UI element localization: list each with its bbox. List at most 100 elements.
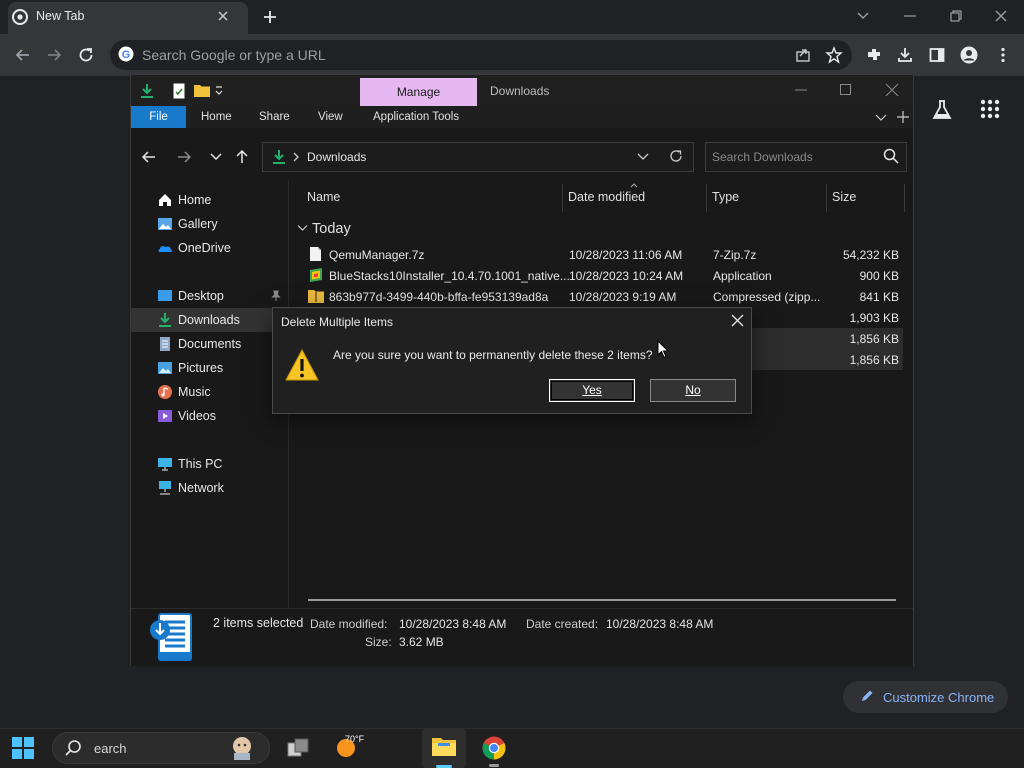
ribbon-tab-home[interactable]: Home <box>201 111 232 123</box>
table-row[interactable]: BlueStacks10Installer_10.4.70.1001_nativ… <box>299 265 903 286</box>
search-input[interactable]: Search Downloads <box>712 150 813 164</box>
nav-item-pictures[interactable]: Pictures <box>131 356 288 380</box>
reload-icon[interactable] <box>77 46 95 64</box>
google-icon: G <box>118 46 134 62</box>
dialog-title: Delete Multiple Items <box>281 315 394 329</box>
address-dropdown-icon[interactable] <box>637 151 649 163</box>
nav-item-music[interactable]: Music <box>131 380 288 404</box>
ribbon-tab-application-tools[interactable]: Application Tools <box>373 111 459 123</box>
explorer-minimize-icon[interactable] <box>794 83 808 97</box>
downloads-icon[interactable] <box>896 46 914 64</box>
breadcrumb[interactable]: Downloads <box>307 150 366 164</box>
refresh-icon[interactable] <box>668 148 684 164</box>
nav-item-gallery[interactable]: Gallery <box>131 212 288 236</box>
forward-icon[interactable] <box>45 46 63 64</box>
tab-close-icon[interactable] <box>216 9 230 23</box>
group-collapse-icon[interactable] <box>297 224 308 232</box>
tab-title: New Tab <box>36 9 85 23</box>
column-header-name[interactable]: Name <box>307 190 340 204</box>
task-view-icon[interactable] <box>287 737 309 759</box>
search-icon[interactable] <box>883 148 899 164</box>
column-header-date[interactable]: Date modified <box>568 190 645 204</box>
taskbar-search-text: earch <box>94 741 127 756</box>
nav-item-label: Gallery <box>178 217 218 231</box>
nav-back-icon[interactable] <box>141 149 157 165</box>
group-header-today[interactable]: Today <box>312 221 351 237</box>
ribbon-add-icon[interactable] <box>897 111 909 123</box>
customize-qat-icon[interactable] <box>214 83 224 97</box>
omnibox-placeholder: Search Google or type a URL <box>142 47 326 63</box>
close-window-icon[interactable] <box>993 8 1009 24</box>
file-size: 1,903 KB <box>849 311 899 325</box>
tab-search-icon[interactable] <box>856 8 870 22</box>
nav-forward-icon[interactable] <box>176 149 192 165</box>
new-tab-button[interactable] <box>262 9 278 25</box>
ribbon-expand-icon[interactable] <box>875 111 887 123</box>
file-type: 7-Zip.7z <box>713 248 757 262</box>
quick-access-download-icon[interactable] <box>140 83 154 99</box>
apps-grid-icon[interactable] <box>979 98 1001 120</box>
dialog-close-icon[interactable] <box>731 314 744 327</box>
bookmark-star-icon[interactable] <box>825 46 843 64</box>
windows-start-icon[interactable] <box>12 737 34 759</box>
labs-flask-icon[interactable] <box>930 98 954 122</box>
taskbar-chrome-icon[interactable] <box>482 736 506 767</box>
weather-temperature: 70°F <box>345 734 365 744</box>
column-divider[interactable] <box>826 184 827 212</box>
7z-file-icon <box>309 246 322 262</box>
up-folder-icon[interactable] <box>234 149 250 165</box>
column-divider[interactable] <box>904 184 905 212</box>
nav-item-network[interactable]: Network <box>131 476 288 500</box>
file-size: 841 KB <box>859 290 899 304</box>
file-type: Application <box>713 269 772 283</box>
explorer-maximize-icon[interactable] <box>839 83 853 97</box>
new-folder-icon[interactable] <box>194 83 210 97</box>
column-header-size[interactable]: Size <box>832 190 856 204</box>
side-panel-icon[interactable] <box>928 46 946 64</box>
ribbon-tab-file[interactable]: File <box>131 106 186 128</box>
back-icon[interactable] <box>14 46 32 64</box>
ribbon-tab-view[interactable]: View <box>318 111 343 123</box>
nav-item-onedrive[interactable]: OneDrive <box>131 236 288 260</box>
restore-icon[interactable] <box>948 8 964 24</box>
nav-item-label: Downloads <box>178 313 240 327</box>
ribbon-tab-manage[interactable]: Manage <box>360 78 477 106</box>
horizontal-scrollbar[interactable] <box>308 599 896 601</box>
pictures-icon <box>157 360 173 376</box>
yes-button[interactable]: Yes <box>549 379 635 402</box>
extensions-icon[interactable] <box>865 46 883 64</box>
file-date: 10/28/2023 10:24 AM <box>569 269 684 283</box>
profile-avatar-icon[interactable] <box>960 46 978 64</box>
menu-kebab-icon[interactable] <box>994 46 1012 64</box>
date-created-value: 10/28/2023 8:48 AM <box>606 617 714 631</box>
nav-item-videos[interactable]: Videos <box>131 404 288 428</box>
ribbon-tab-share[interactable]: Share <box>259 111 290 123</box>
column-divider[interactable] <box>706 184 707 212</box>
file-size: 1,856 KB <box>849 353 899 367</box>
no-button[interactable]: No <box>650 379 736 402</box>
onedrive-icon <box>157 240 173 256</box>
selection-count: 2 items selected <box>213 616 304 630</box>
nav-item-this-pc[interactable]: This PC <box>131 452 288 476</box>
search-highlight-icon[interactable] <box>229 735 255 761</box>
explorer-close-icon[interactable] <box>885 83 899 97</box>
minimize-icon[interactable] <box>902 8 918 24</box>
nav-item-home[interactable]: Home <box>131 188 288 212</box>
nav-item-desktop[interactable]: Desktop <box>131 284 288 308</box>
warning-icon <box>285 349 319 381</box>
table-row[interactable]: QemuManager.7z 10/28/2023 11:06 AM 7-Zip… <box>299 244 903 265</box>
file-date: 10/28/2023 11:06 AM <box>569 248 683 262</box>
properties-icon[interactable] <box>173 83 185 99</box>
breadcrumb-chevron-icon[interactable] <box>292 151 300 163</box>
nav-item-downloads[interactable]: Downloads <box>131 308 288 332</box>
nav-item-documents[interactable]: Documents <box>131 332 288 356</box>
column-header-type[interactable]: Type <box>712 190 739 204</box>
desktop-icon <box>157 288 173 304</box>
nav-item-label: OneDrive <box>178 241 231 255</box>
recent-locations-icon[interactable] <box>210 151 222 163</box>
share-icon[interactable] <box>794 46 812 64</box>
column-divider[interactable] <box>562 184 563 212</box>
nav-item-label: Documents <box>178 337 242 351</box>
taskbar-explorer-button[interactable] <box>422 729 466 768</box>
table-row[interactable]: 863b977d-3499-440b-bffa-fe953139ad8a 10/… <box>299 286 903 307</box>
